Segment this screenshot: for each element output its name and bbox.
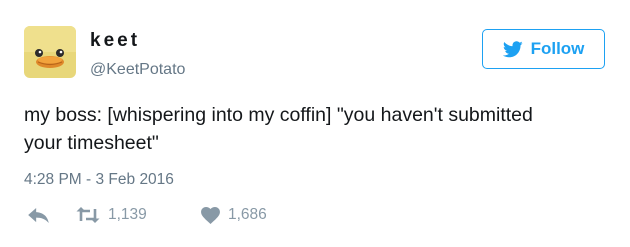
- twitter-bird-icon: [502, 40, 523, 57]
- retweet-count: 1,139: [108, 206, 147, 223]
- tweet-text-line-2: your timesheet": [24, 132, 159, 154]
- retweet-button[interactable]: 1,139: [76, 206, 201, 224]
- reply-button[interactable]: [28, 207, 76, 223]
- tweet-card: keet @KeetPotato Follow my boss: [whispe…: [0, 0, 630, 247]
- reply-icon: [28, 207, 49, 223]
- avatar[interactable]: [24, 26, 76, 78]
- display-name[interactable]: keet: [90, 30, 140, 52]
- follow-button[interactable]: Follow: [482, 29, 605, 69]
- tweet-text: my boss: [whispering into my coffin] "yo…: [24, 101, 614, 157]
- tweet-timestamp[interactable]: 4:28 PM - 3 Feb 2016: [24, 170, 174, 190]
- retweet-icon: [76, 207, 100, 223]
- duck-avatar-icon: [24, 26, 76, 78]
- follow-button-label: Follow: [530, 39, 585, 58]
- tweet-actions: 1,139 1,686: [28, 205, 267, 225]
- heart-icon: [201, 206, 220, 224]
- user-handle[interactable]: @KeetPotato: [90, 60, 185, 80]
- like-button[interactable]: 1,686: [201, 206, 267, 224]
- tweet-text-line-1: my boss: [whispering into my coffin] "yo…: [24, 104, 533, 126]
- like-count: 1,686: [228, 206, 267, 223]
